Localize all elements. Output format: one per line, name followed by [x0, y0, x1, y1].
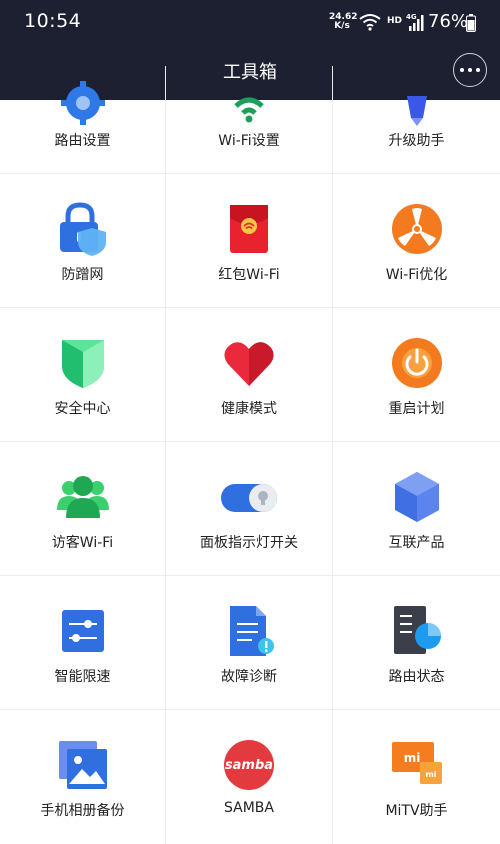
tool-row: 智能限速 故障诊断 路由状态 [0, 576, 500, 710]
status-time: 10:54 [24, 10, 82, 32]
cellular-signal-icon: 4G [406, 13, 424, 31]
wifi-settings-icon [234, 97, 264, 123]
tool-label: 升级助手 [388, 133, 445, 149]
tool-red-envelope-wifi[interactable]: 红包Wi-Fi [166, 174, 333, 307]
tool-mitv-assistant[interactable]: mi mi MiTV助手 [333, 710, 500, 844]
guest-wifi-icon [56, 476, 109, 518]
tool-row: 访客Wi-Fi 面板指示灯开关 互联产品 [0, 442, 500, 576]
wifi-optimize-icon [391, 204, 442, 254]
tool-router-status[interactable]: 路由状态 [333, 576, 500, 709]
tool-label: 互联产品 [388, 535, 445, 551]
tool-label: 安全中心 [54, 401, 111, 417]
tool-smart-speed-limit[interactable]: 智能限速 [0, 576, 166, 709]
hd-indicator: HD [387, 16, 403, 26]
health-mode-icon [224, 342, 274, 386]
tool-router-settings[interactable]: 路由设置 [0, 66, 166, 173]
status-bar: 10:54 24.62 K/s HD 4G 76% [0, 0, 500, 46]
tool-label: 重启计划 [388, 401, 445, 417]
tool-security-center[interactable]: 安全中心 [0, 308, 166, 441]
tool-label: 智能限速 [54, 669, 111, 685]
battery-level: 76% [428, 11, 469, 32]
tool-samba[interactable]: samba SAMBA [166, 710, 333, 844]
tool-row: 防蹭网 红包Wi-Fi Wi-Fi优化 [0, 174, 500, 308]
tool-wifi-settings[interactable]: Wi-Fi设置 [166, 66, 333, 173]
tool-health-mode[interactable]: 健康模式 [166, 308, 333, 441]
tool-row: 手机相册备份 samba SAMBA mi mi MiTV助手 [0, 710, 500, 844]
svg-text:mi: mi [425, 770, 436, 779]
tool-anti-freeloader[interactable]: 防蹭网 [0, 174, 166, 307]
tool-label: 面板指示灯开关 [200, 535, 298, 551]
tool-label: 防蹭网 [61, 267, 104, 283]
tool-diagnostics[interactable]: 故障诊断 [166, 576, 333, 709]
tool-label: Wi-Fi优化 [385, 267, 448, 283]
tool-row: 安全中心 健康模式 重启计划 [0, 308, 500, 442]
samba-icon: samba [224, 740, 274, 790]
tool-upgrade-assistant[interactable]: 升级助手 [333, 66, 500, 173]
connected-products-icon [394, 472, 439, 522]
battery-icon [466, 14, 476, 32]
security-center-icon [61, 340, 104, 388]
tool-label: 红包Wi-Fi [218, 267, 280, 283]
tool-label: MiTV助手 [385, 803, 448, 819]
anti-freeloader-icon [59, 202, 106, 256]
tool-label: 手机相册备份 [40, 803, 125, 819]
wifi-signal-icon [359, 14, 381, 31]
tool-label: 路由设置 [54, 133, 111, 149]
router-settings-icon [60, 81, 105, 125]
smart-speed-limit-icon [61, 610, 104, 652]
tool-reboot-schedule[interactable]: 重启计划 [333, 308, 500, 441]
tool-label: Wi-Fi设置 [218, 133, 280, 149]
diagnostics-icon [230, 606, 274, 656]
tool-label: SAMBA [224, 800, 274, 816]
panel-light-toggle-icon [221, 484, 277, 512]
svg-text:4G: 4G [406, 13, 417, 21]
tool-wifi-optimize[interactable]: Wi-Fi优化 [333, 174, 500, 307]
tool-label: 故障诊断 [221, 669, 277, 685]
tool-connected-products[interactable]: 互联产品 [333, 442, 500, 575]
reboot-schedule-icon [391, 338, 442, 388]
tool-photo-backup[interactable]: 手机相册备份 [0, 710, 166, 844]
photo-backup-icon [58, 741, 107, 789]
svg-text:samba: samba [225, 758, 273, 773]
red-envelope-wifi-icon [230, 205, 268, 253]
tool-label: 访客Wi-Fi [51, 535, 114, 551]
tool-row: 路由设置 Wi-Fi设置 升级助手 [0, 66, 500, 174]
mitv-assistant-icon: mi mi [391, 742, 442, 784]
tool-panel-light-toggle[interactable]: 面板指示灯开关 [166, 442, 333, 575]
router-status-icon [393, 606, 441, 654]
tool-label: 健康模式 [221, 401, 277, 417]
svg-text:mi: mi [403, 751, 420, 765]
upgrade-assistant-icon [406, 96, 427, 126]
tool-guest-wifi[interactable]: 访客Wi-Fi [0, 442, 166, 575]
tool-label: 路由状态 [388, 669, 445, 685]
network-speed: 24.62 K/s [329, 12, 358, 31]
